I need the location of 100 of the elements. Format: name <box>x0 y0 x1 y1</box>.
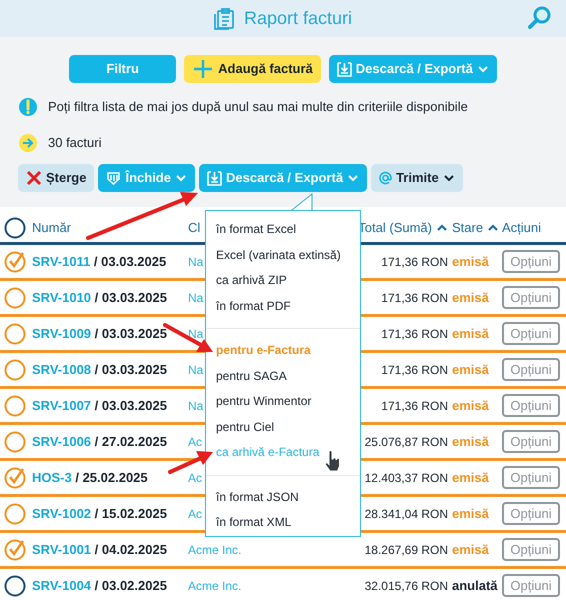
options-button[interactable]: Opțiuni <box>502 574 560 597</box>
client-link[interactable]: Na <box>188 398 204 413</box>
download-icon <box>336 62 352 76</box>
options-button[interactable]: Opțiuni <box>502 430 560 453</box>
menu-item[interactable]: pentru e-Factura <box>206 338 360 364</box>
button[interactable]: Șterge <box>18 164 94 192</box>
invoice-total: 171,36 RON <box>381 362 448 376</box>
close-icon <box>26 170 42 186</box>
invoice-status: emisă <box>452 506 489 521</box>
info-text: Poți filtra lista de mai jos după unul sau mai multe din criteriile disponibile <box>48 98 468 116</box>
invoice-date: / 03.03.2025 <box>92 254 166 269</box>
menu-item[interactable]: în format JSON <box>206 484 360 510</box>
select-all-checkbox[interactable] <box>4 216 26 238</box>
clipboard-icon <box>214 8 236 30</box>
button[interactable]: Adaugă factură <box>184 55 321 83</box>
client-link[interactable]: Na <box>188 254 204 269</box>
invoice-date: / 03.03.2025 <box>94 290 167 305</box>
client-link[interactable]: Ac <box>188 470 202 485</box>
search-icon[interactable] <box>528 6 552 30</box>
page-title: Raport facturi <box>244 7 352 30</box>
menu-item[interactable]: în format Excel <box>206 217 360 242</box>
row-checkbox[interactable] <box>4 286 26 308</box>
invoice-number-link[interactable]: SRV-1010 <box>32 290 92 305</box>
row-checkbox[interactable] <box>4 466 26 488</box>
row-checkbox[interactable] <box>4 394 26 416</box>
client-link[interactable]: Ac <box>188 506 202 521</box>
invoice-number-link[interactable]: SRV-1011 <box>32 254 90 269</box>
shield-icon <box>106 170 122 186</box>
invoice-total: 32.015,76 RON <box>364 578 448 592</box>
invoice-number-link[interactable]: SRV-1006 <box>32 434 92 449</box>
invoice-number-link[interactable]: SRV-1009 <box>32 326 92 341</box>
options-button[interactable]: Opțiuni <box>502 394 560 417</box>
invoice-status: emisă <box>452 470 489 485</box>
invoice-total: 25.076,87 RON <box>364 434 448 448</box>
invoice-status: emisă <box>452 542 489 557</box>
arrow-right-icon <box>18 133 38 153</box>
options-button[interactable]: Opțiuni <box>502 286 560 309</box>
button[interactable]: Descarcă / Exportă <box>328 55 497 83</box>
invoice-number-link[interactable]: SRV-1001 <box>32 542 92 557</box>
invoice-status: emisă <box>452 362 489 377</box>
invoice-number-link[interactable]: SRV-1004 <box>32 578 92 593</box>
menu-item[interactable]: în format XML <box>206 510 360 536</box>
invoice-total: 28.341,04 RON <box>364 506 448 520</box>
menu-item[interactable]: pentru SAGA <box>206 364 360 389</box>
invoice-date: / 27.02.2025 <box>94 434 167 449</box>
column-header[interactable]: Cl <box>188 218 200 238</box>
options-button[interactable]: Opțiuni <box>502 250 560 273</box>
invoice-total: 171,36 RON <box>381 254 448 268</box>
client-link[interactable]: Ac <box>188 434 202 449</box>
column-header[interactable]: Acțiuni <box>502 218 542 238</box>
row-checkbox[interactable] <box>4 430 26 452</box>
client-link[interactable]: Na <box>188 326 204 341</box>
menu-item[interactable]: Excel (varinata extinsă) <box>206 242 360 268</box>
options-button[interactable]: Opțiuni <box>502 358 560 381</box>
button[interactable]: Filtru <box>69 55 176 83</box>
client-link[interactable]: Na <box>188 290 204 305</box>
button[interactable]: Descarcă / Exportă <box>198 164 368 192</box>
row-checkbox[interactable] <box>4 250 26 272</box>
invoice-total: 12.403,37 RON <box>364 470 448 484</box>
menu-item[interactable]: pentru Winmentor <box>206 389 360 414</box>
button[interactable]: Închide <box>98 164 195 192</box>
invoice-status: emisă <box>452 254 489 269</box>
at-sign-icon <box>379 171 392 185</box>
invoice-number-link[interactable]: SRV-1007 <box>32 398 92 413</box>
annotation-arrow <box>168 451 213 474</box>
invoice-total: 171,36 RON <box>381 290 448 304</box>
invoice-status: emisă <box>452 290 489 305</box>
options-button[interactable]: Opțiuni <box>502 466 560 489</box>
invoice-number-link[interactable]: SRV-1008 <box>32 362 92 377</box>
invoice-total: 171,36 RON <box>381 326 448 340</box>
menu-item[interactable]: ca arhivă ZIP <box>206 268 360 294</box>
info-icon <box>18 97 38 117</box>
invoice-number-link[interactable]: SRV-1002 <box>32 506 92 521</box>
row-checkbox[interactable] <box>4 358 26 380</box>
options-button[interactable]: Opțiuni <box>502 322 560 345</box>
options-button[interactable]: Opțiuni <box>502 502 560 525</box>
invoice-total: 171,36 RON <box>381 398 448 412</box>
column-header[interactable]: Stare <box>452 218 500 238</box>
invoice-date: / 04.02.2025 <box>94 542 167 557</box>
invoice-count: 30 facturi <box>48 134 102 152</box>
options-button[interactable]: Opțiuni <box>502 538 560 561</box>
menu-item[interactable]: ca arhivă e-Factura <box>206 440 360 466</box>
column-header[interactable]: Număr <box>32 218 72 238</box>
client-link[interactable]: Na <box>188 362 204 377</box>
menu-item[interactable]: pentru Ciel <box>206 414 360 440</box>
invoice-number-link[interactable]: HOS-3 <box>32 470 72 485</box>
invoice-status: anulată <box>452 578 498 593</box>
row-checkbox[interactable] <box>4 322 26 344</box>
plus-icon <box>192 58 214 80</box>
column-header[interactable]: Total (Sumă) <box>358 218 448 238</box>
client-link[interactable]: Acme Inc. <box>188 578 242 593</box>
row-checkbox[interactable] <box>4 502 26 524</box>
row-checkbox[interactable] <box>4 538 26 560</box>
menu-item[interactable]: în format PDF <box>206 294 360 319</box>
client-link[interactable]: Acme Inc. <box>188 542 242 557</box>
row-checkbox[interactable] <box>4 574 26 596</box>
invoice-date: / 03.03.2025 <box>94 362 167 377</box>
button[interactable]: Trimite <box>371 164 463 192</box>
invoice-date: / 03.02.2025 <box>94 578 167 593</box>
invoice-status: emisă <box>452 398 489 413</box>
